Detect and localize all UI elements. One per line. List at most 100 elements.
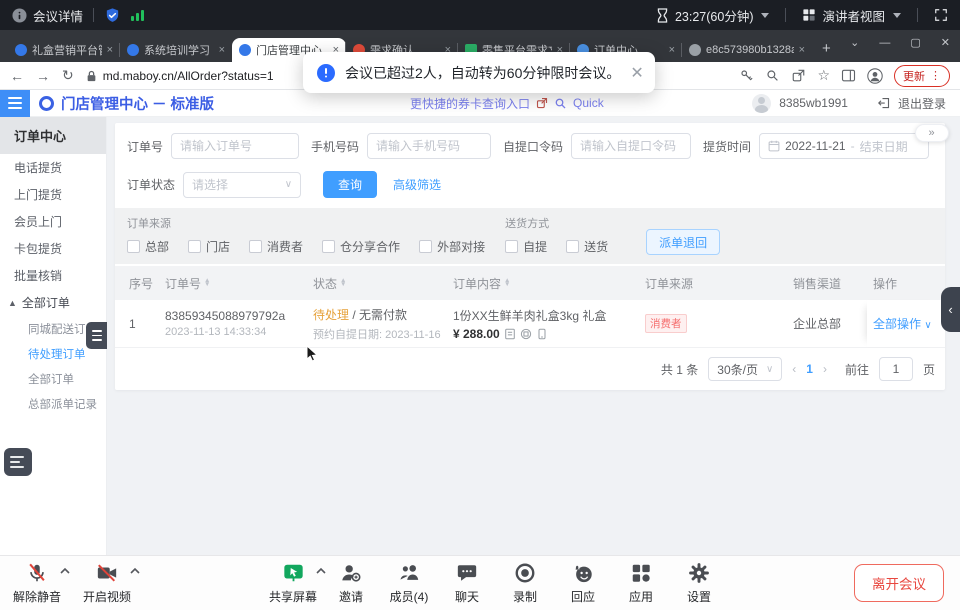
checkbox-icon[interactable] [322,240,335,253]
window-minimize-button[interactable]: — [879,37,890,49]
tab-close-icon[interactable]: × [107,44,113,56]
floating-list-widget[interactable] [4,448,32,476]
phone-input[interactable] [367,133,491,159]
checkbox-icon[interactable] [566,240,579,253]
leave-meeting-button[interactable]: 离开会议 [854,564,944,602]
drawer-handle[interactable] [86,322,107,349]
receipt-icon[interactable] [504,328,516,340]
checkbox-store[interactable]: 门店 [188,238,230,255]
next-page-button[interactable]: › [823,362,827,376]
checkbox-hq[interactable]: 总部 [127,238,169,255]
all-actions-dropdown[interactable]: 全部操作 ∨ [873,315,932,332]
tab-close-icon[interactable]: × [799,44,805,56]
checkbox-warehouse-share[interactable]: 仓分享合作 [322,238,400,255]
checkbox-icon[interactable] [249,240,262,253]
start-video-button[interactable]: 开启视频 [78,562,136,605]
share-screen-button[interactable]: 共享屏幕 [264,562,322,605]
sidebar-item-hq-dispatch-log[interactable]: 总部派单记录 [0,391,106,416]
user-avatar[interactable] [752,94,771,113]
password-key-icon[interactable] [739,68,754,83]
order-no-input[interactable] [171,133,299,159]
sidebar-item-all-orders[interactable]: 全部订单 [0,366,106,391]
mic-options-caret[interactable] [60,567,70,574]
sidebar-item-batch-verify[interactable]: 批量核销 [0,262,106,289]
quick-link-text[interactable]: 更快捷的券卡查询入口 [410,95,530,112]
invite-button[interactable]: 邀请 [322,562,380,605]
right-panel-handle[interactable]: ‹ [941,287,960,332]
checkbox-icon[interactable] [419,240,432,253]
sidebar-item-phone-pickup[interactable]: 电话提货 [0,154,106,181]
back-icon[interactable]: ← [10,68,24,84]
sort-icon[interactable]: ▲▼ [340,279,346,287]
tab-close-icon[interactable]: × [669,44,675,56]
date-start-value[interactable]: 2022-11-21 [785,139,846,153]
sidebar-item-door-pickup[interactable]: 上门提货 [0,181,106,208]
meeting-details[interactable]: 会议详情 [12,6,83,25]
checkbox-icon[interactable] [127,240,140,253]
new-tab-button[interactable]: + [822,40,831,57]
record-button[interactable]: 录制 [496,562,554,605]
zoom-icon[interactable] [765,68,780,83]
date-range-input[interactable]: 2022-11-21 - 结束日期 [759,133,929,159]
col-order-no[interactable]: 订单号▲▼ [159,275,307,292]
pickup-code-input[interactable] [571,133,691,159]
toast-close-icon[interactable]: ✕ [630,63,643,83]
quick-label[interactable]: Quick [573,96,604,110]
goto-page-input[interactable] [879,357,913,381]
tab-search-caret[interactable]: ⌄ [850,36,859,49]
settings-button[interactable]: 设置 [670,562,728,605]
fullscreen-icon[interactable] [934,8,948,22]
window-maximize-button[interactable]: ▢ [910,36,920,49]
advanced-filter-link[interactable]: 高级筛选 [393,176,441,193]
menu-hamburger-button[interactable] [0,90,30,117]
logout-label[interactable]: 退出登录 [898,95,946,112]
order-status-select[interactable]: 请选择 ∨ [183,172,301,198]
shield-check-icon[interactable] [104,7,121,24]
checkbox-icon[interactable] [505,240,518,253]
browser-tab[interactable]: 礼盒营销平台管理中心× [8,38,120,62]
side-panel-icon[interactable] [841,68,856,83]
checkbox-delivery[interactable]: 送货 [566,238,608,255]
forward-icon[interactable]: → [36,68,50,84]
phone-icon[interactable] [536,328,548,340]
current-page[interactable]: 1 [806,362,813,376]
bookmark-star-icon[interactable]: ☆ [817,67,830,84]
members-button[interactable]: 成员(4) [380,562,438,605]
collapse-panel-button[interactable]: » [915,124,949,142]
browser-tab[interactable]: e8c573980b1328a258fd2e618× [682,38,812,62]
gift-icon[interactable] [520,328,532,340]
share-icon[interactable] [791,68,806,83]
sidebar-item-card-pickup[interactable]: 卡包提货 [0,235,106,262]
chat-button[interactable]: 聊天 [438,562,496,605]
sort-icon[interactable]: ▲▼ [504,279,510,287]
reactions-button[interactable]: 回应 [554,562,612,605]
apps-button[interactable]: 应用 [612,562,670,605]
browser-tab[interactable]: 系统培训学习× [120,38,232,62]
sidebar-item-member-visit[interactable]: 会员上门 [0,208,106,235]
prev-page-button[interactable]: ‹ [792,362,796,376]
quick-links[interactable]: 更快捷的券卡查询入口 Quick [410,95,604,112]
date-end-placeholder[interactable]: 结束日期 [860,138,908,155]
kebab-menu-icon[interactable]: ⋮ [930,69,941,82]
window-close-button[interactable]: ✕ [941,36,950,49]
sidebar-group-all-orders[interactable]: ▲ 全部订单 [0,289,106,316]
col-content[interactable]: 订单内容▲▼ [447,275,639,292]
table-row[interactable]: 1 83859345088979792a 2023-11-13 14:33:34… [115,300,945,348]
checkbox-self-pickup[interactable]: 自提 [505,238,547,255]
reload-icon[interactable]: ↻ [62,67,74,84]
view-dropdown-caret[interactable] [893,13,901,18]
page-size-select[interactable]: 30条/页∨ [708,357,782,381]
search-button[interactable]: 查询 [323,171,377,198]
view-mode-label[interactable]: 演讲者视图 [822,6,885,25]
unmute-button[interactable]: 解除静音 [8,562,66,605]
dispatch-return-button[interactable]: 派单退回 [646,229,720,255]
checkbox-external[interactable]: 外部对接 [419,238,485,255]
network-signal-icon[interactable] [131,9,144,21]
chrome-update-button[interactable]: 更新 ⋮ [894,65,950,87]
profile-avatar-icon[interactable] [867,68,883,84]
checkbox-consumer[interactable]: 消费者 [249,238,303,255]
video-options-caret[interactable] [130,567,140,574]
sort-icon[interactable]: ▲▼ [204,279,210,287]
checkbox-icon[interactable] [188,240,201,253]
tab-close-icon[interactable]: × [219,44,225,56]
